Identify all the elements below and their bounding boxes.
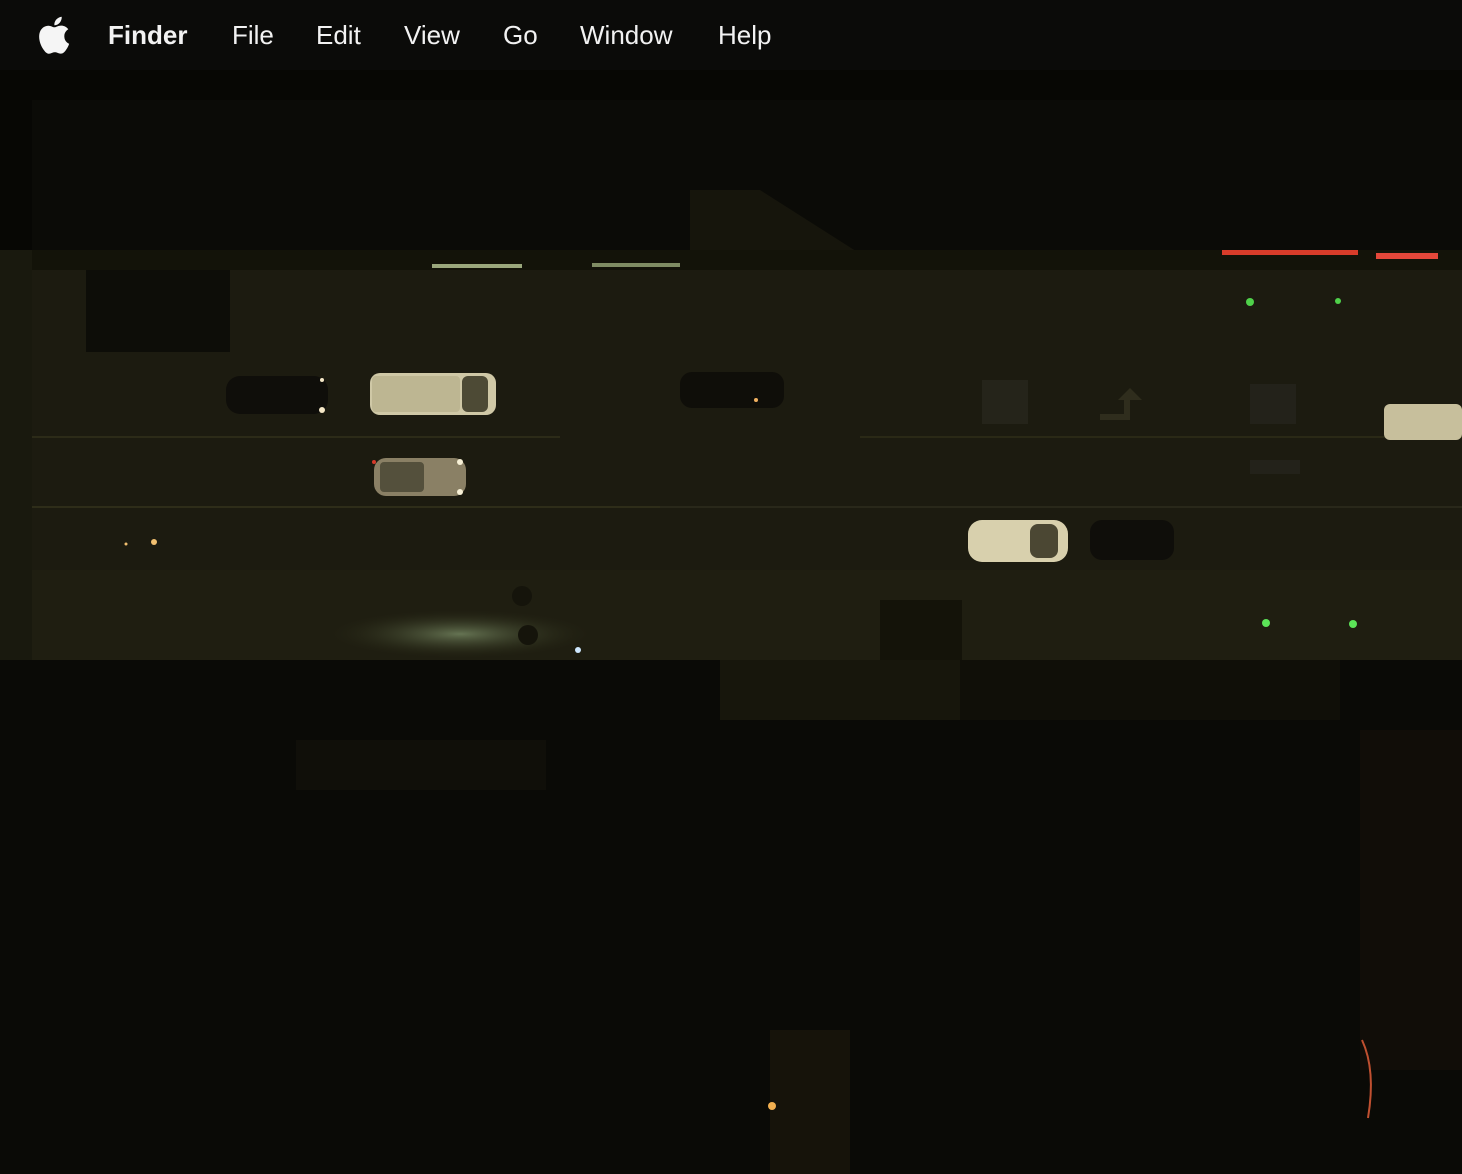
menu-window[interactable]: Window bbox=[580, 18, 672, 52]
car-white-right bbox=[968, 520, 1068, 562]
desktop-screen: Finder File Edit View Go Window Help bbox=[0, 0, 1462, 1174]
desktop-wallpaper bbox=[0, 70, 1462, 1174]
van-white bbox=[370, 373, 496, 415]
menu-view[interactable]: View bbox=[404, 18, 460, 52]
truck-right bbox=[1384, 404, 1462, 440]
menu-app-name[interactable]: Finder bbox=[108, 18, 187, 52]
car-2 bbox=[372, 458, 466, 496]
apple-logo-icon[interactable] bbox=[38, 16, 70, 54]
aerial-night-street-image bbox=[0, 70, 1462, 1174]
menu-file[interactable]: File bbox=[232, 18, 274, 52]
menu-bar: Finder File Edit View Go Window Help bbox=[0, 0, 1462, 70]
car-1 bbox=[226, 376, 328, 414]
menu-go[interactable]: Go bbox=[503, 18, 538, 52]
car-dark-right bbox=[1090, 520, 1174, 560]
menu-edit[interactable]: Edit bbox=[316, 18, 361, 52]
menu-help[interactable]: Help bbox=[718, 18, 771, 52]
car-3 bbox=[680, 372, 784, 408]
